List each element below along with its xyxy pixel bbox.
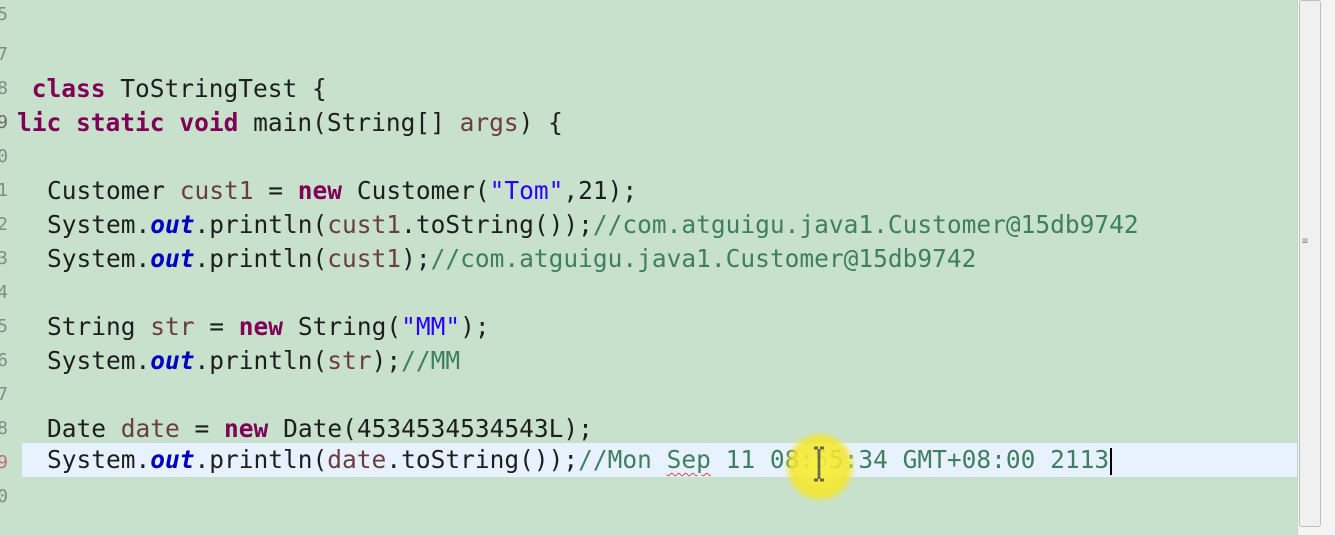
code-comment: //com.atguigu.java1.Customer@15db9742 (592, 210, 1139, 239)
code-line-println-object[interactable]: System.out.println(cust1);//com.atguigu.… (47, 242, 1298, 276)
tostring-call: .toString()); (401, 210, 593, 239)
code-line-println-date-current[interactable]: System.out.println(date.toString());//Mo… (22, 443, 1298, 477)
vertical-scrollbar[interactable]: ≡ (1297, 0, 1335, 535)
type-customer: Customer (47, 176, 180, 205)
operator-assign: = (179, 414, 225, 443)
static-field-out: out (150, 346, 195, 375)
code-comment: //Mon (578, 445, 667, 474)
operator-assign: = (253, 176, 298, 205)
code-line-println-tostring[interactable]: System.out.println(cust1.toString());//c… (47, 208, 1298, 242)
code-line-class-decl[interactable]: class ToStringTest { (17, 72, 1298, 106)
type-date: Date (47, 414, 121, 443)
call-tail: ); (460, 312, 490, 341)
code-editor[interactable]: class ToStringTest { lic static void mai… (0, 0, 1298, 535)
system-class: System. (47, 244, 151, 273)
type-string: String (47, 312, 151, 341)
string-literal: "Tom" (489, 176, 564, 205)
static-field-out: out (150, 210, 195, 239)
method-signature: main(String[] (238, 108, 460, 137)
println-call: .println( (194, 244, 328, 273)
text-caret (1110, 447, 1113, 475)
code-line-println-str[interactable]: System.out.println(str);//MM (47, 344, 1298, 378)
constructor-call: Customer( (342, 176, 490, 205)
var-cust1: cust1 (179, 176, 254, 205)
system-class: System. (47, 346, 151, 375)
constructor-call: String( (283, 312, 402, 341)
keyword-void: void (179, 108, 239, 137)
code-line-customer-new[interactable]: Customer cust1 = new Customer("Tom",21); (47, 174, 1298, 208)
param-args: args (459, 108, 519, 137)
scrollbar-thumb[interactable] (1299, 0, 1321, 527)
var-str: str (150, 312, 195, 341)
code-line-date-new[interactable]: Date date = new Date(4534534534543L); (47, 412, 1298, 446)
keyword-public-partial: lic (17, 108, 62, 137)
var-date: date (327, 445, 387, 474)
call-tail: ); (371, 346, 402, 375)
keyword-new: new (224, 414, 269, 443)
class-name: ToStringTest { (105, 74, 327, 103)
string-literal: "MM" (401, 312, 461, 341)
ctor-args-tail: ,21); (563, 176, 638, 205)
keyword-new: new (297, 176, 343, 205)
var-str: str (327, 346, 372, 375)
operator-assign: = (194, 312, 239, 341)
static-field-out: out (150, 445, 195, 474)
static-field-out: out (150, 244, 195, 273)
constructor-call: Date(4534534534543L); (268, 414, 593, 443)
system-class: System. (47, 445, 151, 474)
tostring-call: .toString()); (386, 445, 579, 474)
system-class: System. (47, 210, 151, 239)
method-signature-end: ) { (518, 108, 563, 137)
keyword-static: static (76, 108, 165, 137)
println-call: .println( (194, 210, 328, 239)
code-comment: //MM (401, 346, 461, 375)
keyword-new: new (238, 312, 284, 341)
var-cust1: cust1 (327, 244, 402, 273)
code-comment: 11 08:55:34 GMT+08:00 2113 (710, 445, 1110, 474)
println-call: .println( (194, 346, 328, 375)
code-line-string-new[interactable]: String str = new String("MM"); (47, 310, 1298, 344)
var-date: date (120, 414, 180, 443)
code-line-main-method[interactable]: lic static void main(String[] args) { (17, 106, 1298, 140)
var-cust1: cust1 (327, 210, 402, 239)
spellcheck-warning: Sep (666, 445, 711, 474)
println-call: .println( (194, 445, 328, 474)
keyword-class: class (31, 74, 106, 103)
code-comment: //com.atguigu.java1.Customer@15db9742 (430, 244, 977, 273)
scrollbar-grip-icon: ≡ (1302, 236, 1309, 247)
call-tail: ); (401, 244, 431, 273)
